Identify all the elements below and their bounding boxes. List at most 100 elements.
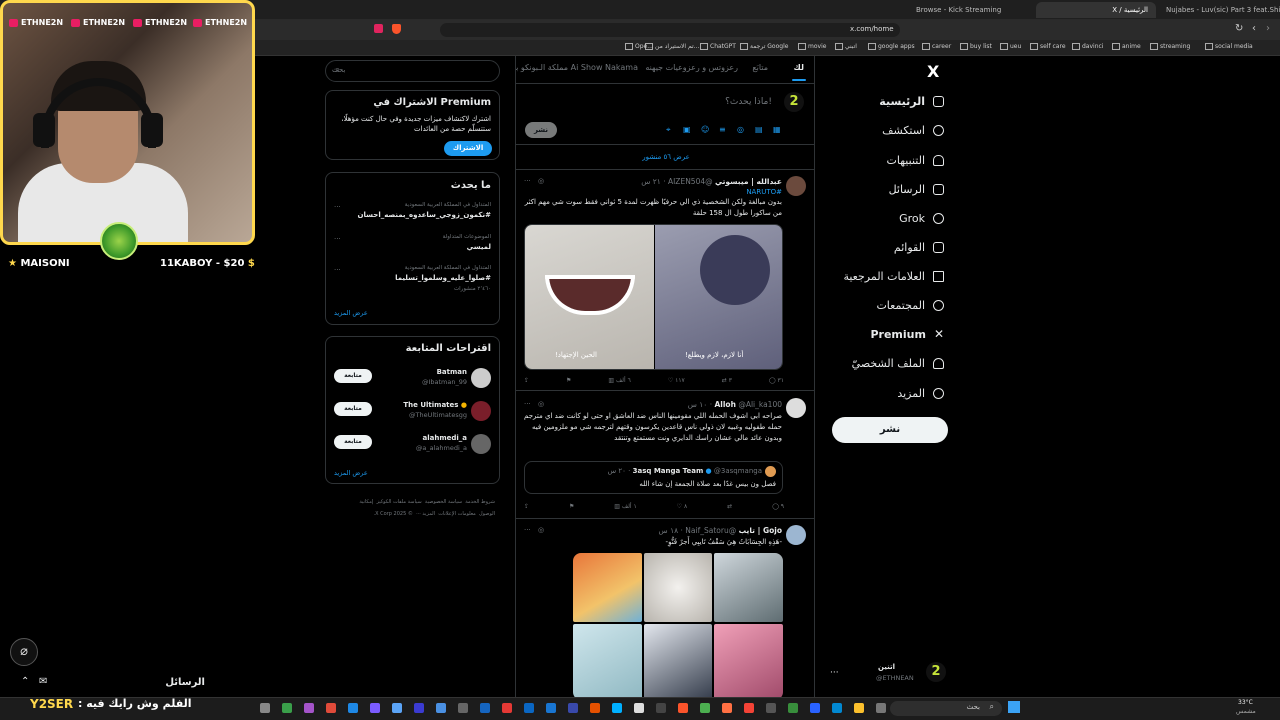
app-icon[interactable]: [810, 703, 820, 713]
bookmark-item[interactable]: اتبني: [835, 43, 857, 50]
app-icon[interactable]: [502, 703, 512, 713]
nav-more[interactable]: المزيد: [897, 382, 944, 404]
subscribe-button[interactable]: الاشتراك: [444, 141, 492, 156]
bookmark-item[interactable]: streaming: [1150, 43, 1190, 50]
like-stat[interactable]: ♡ ٨: [677, 503, 688, 510]
app-icon[interactable]: [656, 703, 666, 713]
bookmark-item[interactable]: self care: [1030, 43, 1066, 50]
grok-icon[interactable]: ⌀: [10, 638, 38, 666]
more-icon[interactable]: ···: [524, 526, 531, 534]
grok-icon[interactable]: ◎: [737, 125, 744, 134]
views-stat[interactable]: ▥ ٦ ألف: [608, 377, 630, 384]
bookmark-item[interactable]: تم الاستيراد من...: [645, 43, 699, 50]
more-icon[interactable]: ···: [334, 235, 341, 243]
avatar[interactable]: [471, 434, 491, 454]
nav-messages[interactable]: الرسائل: [889, 178, 944, 200]
app-icon[interactable]: [480, 703, 490, 713]
bookmark-item[interactable]: google apps: [868, 43, 915, 50]
app-icon[interactable]: [392, 703, 402, 713]
show-more-link[interactable]: عرض المزيد: [334, 469, 368, 477]
brave-rewards-icon[interactable]: [374, 24, 383, 33]
trend-item[interactable]: لميسي: [467, 243, 491, 251]
more-icon[interactable]: ···: [334, 266, 341, 274]
search-input[interactable]: ⌕ بحث: [325, 60, 500, 82]
bookmark-item[interactable]: social media: [1205, 43, 1253, 50]
avatar[interactable]: [471, 368, 491, 388]
retweet-stat[interactable]: ⇄: [727, 503, 732, 510]
url-bar[interactable]: [440, 23, 900, 37]
app-icon[interactable]: [832, 703, 842, 713]
nav-communities[interactable]: المجتمعات: [876, 294, 944, 316]
bookmark-icon[interactable]: ⚑: [569, 503, 574, 510]
views-stat[interactable]: ▥ ١ ألف: [614, 503, 636, 510]
quote-tweet[interactable]: 3asq Manga Team ● @3asqmanga · ٢٠ س فصل …: [524, 461, 783, 494]
app-icon[interactable]: [304, 703, 314, 713]
footer-link[interactable]: سياسة الخصوصية: [425, 499, 462, 505]
tweet-image-grid[interactable]: [573, 553, 783, 700]
more-icon[interactable]: ···: [524, 177, 531, 185]
tab-x-home[interactable]: X / الرئيسية: [1036, 2, 1156, 18]
share-icon[interactable]: ⇪: [524, 377, 529, 384]
bookmark-item[interactable]: anime: [1112, 43, 1141, 50]
nav-lists[interactable]: القوائم: [894, 236, 944, 258]
avatar[interactable]: [786, 176, 806, 196]
app-icon[interactable]: [458, 703, 468, 713]
bookmark-item[interactable]: davinci: [1072, 43, 1103, 50]
bookmark-item[interactable]: ChatGPT: [700, 43, 736, 50]
app-icon[interactable]: [744, 703, 754, 713]
gif-icon[interactable]: ▤: [755, 125, 763, 134]
follow-button[interactable]: متابعة: [334, 435, 372, 449]
media-icon[interactable]: ▦: [773, 125, 781, 134]
new-message-icon[interactable]: ✉: [39, 676, 47, 687]
back-icon[interactable]: ‹: [1252, 23, 1256, 34]
bookmark-item[interactable]: buy list: [960, 43, 992, 50]
minecraft-icon[interactable]: [788, 703, 798, 713]
reload-icon[interactable]: ↻: [1235, 23, 1243, 34]
schedule-icon[interactable]: ▣: [683, 125, 691, 134]
app-icon[interactable]: [766, 703, 776, 713]
app-icon[interactable]: [326, 703, 336, 713]
more-icon[interactable]: ···: [524, 400, 531, 408]
nav-grok[interactable]: Grok: [899, 207, 944, 229]
nav-explore[interactable]: استكشف: [882, 119, 944, 141]
bookmark-item[interactable]: ترجمة Google: [740, 43, 788, 50]
show-new-posts[interactable]: عرض ٥٦ منشور: [516, 153, 814, 161]
tab-list[interactable]: رعزوتس و رعزوعيات جيهنه: [645, 63, 738, 72]
nav-home[interactable]: الرئيسية: [879, 90, 944, 112]
emoji-icon[interactable]: ☺: [701, 125, 709, 134]
weather-temp[interactable]: 33°C: [1238, 699, 1253, 706]
avatar[interactable]: [471, 401, 491, 421]
bookmark-item[interactable]: movie: [798, 43, 826, 50]
brave-shield-icon[interactable]: [392, 24, 401, 34]
app-icon[interactable]: [348, 703, 358, 713]
messages-drawer[interactable]: ⌃ ✉ الرسائل: [5, 672, 255, 696]
more-icon[interactable]: ···: [334, 203, 341, 211]
poll-icon[interactable]: ≡: [719, 125, 726, 134]
vscode-icon[interactable]: [524, 703, 534, 713]
app-icon[interactable]: [282, 703, 292, 713]
tab-list[interactable]: مملكة الـبونكو باسـ: [516, 63, 568, 72]
windows-start-icon[interactable]: [1008, 701, 1020, 713]
forward-icon[interactable]: ›: [1266, 23, 1270, 34]
avatar[interactable]: [786, 525, 806, 545]
nav-profile[interactable]: الملف الشخصيّ: [852, 352, 944, 374]
footer-link[interactable]: شروط الخدمة: [465, 499, 495, 505]
bookmark-item[interactable]: ueu: [1000, 43, 1021, 50]
trend-item[interactable]: #صلوا_عليه_وسلموا_تسليما: [395, 274, 491, 282]
bookmark-item[interactable]: Ope...: [625, 43, 653, 50]
compose-input[interactable]: ماذا يحدث؟!: [725, 97, 772, 107]
taskbar-search[interactable]: بحث ⌕: [890, 701, 1002, 716]
app-icon[interactable]: [722, 703, 732, 713]
illustrator-icon[interactable]: [590, 703, 600, 713]
brave-icon[interactable]: [678, 703, 688, 713]
grok-icon[interactable]: ◎: [538, 400, 544, 408]
show-more-link[interactable]: عرض المزيد: [334, 309, 368, 317]
retweet-stat[interactable]: ⇄ ٣: [722, 377, 732, 384]
app-icon[interactable]: [700, 703, 710, 713]
follow-button[interactable]: متابعة: [334, 402, 372, 416]
compose-post-button[interactable]: نشر: [525, 122, 557, 138]
tab-list[interactable]: Ai Show Nakama: [571, 63, 638, 72]
tab-following[interactable]: متابَع: [752, 63, 768, 72]
account-switcher[interactable]: ··· اتنين @ETHNEAN 2: [830, 660, 950, 688]
bookmark-icon[interactable]: ⚑: [566, 377, 571, 384]
